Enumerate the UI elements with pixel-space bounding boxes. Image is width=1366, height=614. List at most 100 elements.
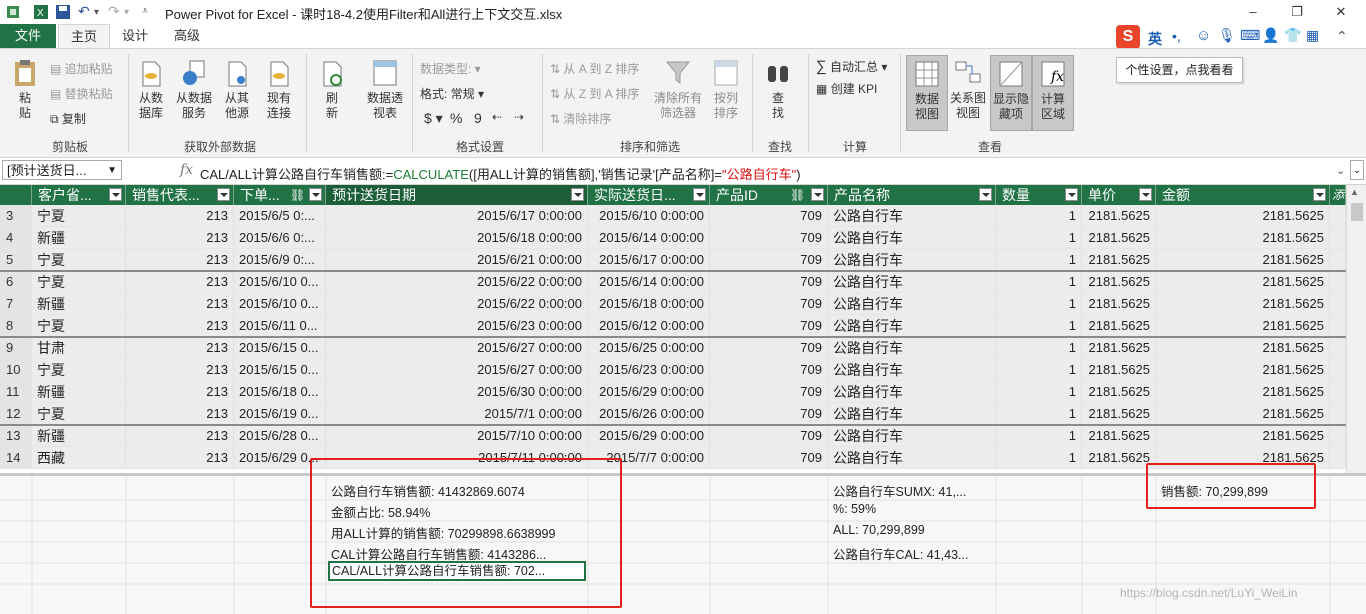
row-number[interactable]: 6 xyxy=(0,271,32,293)
restore-button[interactable]: ❐ xyxy=(1274,0,1320,24)
minimize-button[interactable]: – xyxy=(1230,0,1276,24)
tab-advanced[interactable]: 高级 xyxy=(164,24,210,48)
column-header-amount[interactable]: 金额 xyxy=(1156,185,1330,205)
cell-unit-price[interactable]: 2181.5625 xyxy=(1082,403,1156,425)
autosum-button[interactable]: ∑ 自动汇总 ▾ xyxy=(816,58,887,75)
vertical-scrollbar[interactable]: ▲ xyxy=(1346,185,1366,475)
cell-actual-delivery[interactable]: 2015/6/29 0:00:00 xyxy=(588,425,710,447)
redo-dropdown-icon[interactable]: ▾ xyxy=(124,7,142,25)
comma-button[interactable]: 9 xyxy=(474,110,482,126)
scroll-thumb[interactable] xyxy=(1351,203,1363,221)
cell-quantity[interactable]: 1 xyxy=(996,249,1082,271)
filter-dropdown-icon[interactable] xyxy=(693,188,706,201)
table-row[interactable]: 8 宁夏 213 2015/6/11 0... 2015/6/23 0:00:00 201… xyxy=(0,315,1346,337)
voice-icon[interactable]: 🎙 xyxy=(1218,27,1236,44)
clear-sort-button[interactable]: ⇅ 清除排序 xyxy=(550,110,611,127)
filter-dropdown-icon[interactable] xyxy=(1065,188,1078,201)
cell-province[interactable]: 新疆 xyxy=(32,425,126,447)
column-header-expected-delivery[interactable]: 预计送货日期 xyxy=(326,185,588,205)
cell-expected-delivery[interactable]: 2015/6/22 0:00:00 xyxy=(326,293,588,315)
cell-order-date[interactable]: 2015/6/15 0... xyxy=(234,359,326,381)
cell-product-id[interactable]: 709 xyxy=(710,227,828,249)
column-header-product-name[interactable]: 产品名称 xyxy=(828,185,996,205)
row-number[interactable]: 3 xyxy=(0,205,32,227)
cell-expected-delivery[interactable]: 2015/6/30 0:00:00 xyxy=(326,381,588,403)
cell-order-date[interactable]: 2015/6/28 0... xyxy=(234,425,326,447)
cell-product-id[interactable]: 709 xyxy=(710,293,828,315)
cell-quantity[interactable]: 1 xyxy=(996,447,1082,469)
existing-connections-button[interactable]: 现有连接 xyxy=(262,58,296,121)
cell-add-column[interactable] xyxy=(1330,337,1346,359)
cell-amount[interactable]: 2181.5625 xyxy=(1156,381,1330,403)
cell-product-id[interactable]: 709 xyxy=(710,337,828,359)
cell-expected-delivery[interactable]: 2015/6/21 0:00:00 xyxy=(326,249,588,271)
column-header-order-date[interactable]: 下单... ⛓ xyxy=(234,185,326,205)
fx-icon[interactable]: fx xyxy=(180,162,193,178)
calculation-area-button[interactable]: fx 计算区域 xyxy=(1032,55,1074,131)
emoji-icon[interactable]: ☺ xyxy=(1196,27,1211,44)
column-header-quantity[interactable]: 数量 xyxy=(996,185,1082,205)
cell-quantity[interactable]: 1 xyxy=(996,403,1082,425)
cell-product-name[interactable]: 公路自行车 xyxy=(828,227,996,249)
from-other-sources-button[interactable]: 从其他源 xyxy=(220,58,254,121)
ime-mode-label[interactable]: 英 xyxy=(1148,29,1162,49)
cell-actual-delivery[interactable]: 2015/6/17 0:00:00 xyxy=(588,249,710,271)
column-header-unit-price[interactable]: 单价 xyxy=(1082,185,1156,205)
cell-quantity[interactable]: 1 xyxy=(996,315,1082,337)
clear-filters-button[interactable]: 清除所有筛选器 xyxy=(652,58,704,121)
measure-road-bike-sumx[interactable]: 公路自行车SUMX: 41,... xyxy=(833,481,966,500)
formula-expand-icon[interactable]: ⌄ xyxy=(1350,160,1364,180)
cell-unit-price[interactable]: 2181.5625 xyxy=(1082,315,1156,337)
user-icon[interactable]: 👤 xyxy=(1262,27,1279,44)
cell-unit-price[interactable]: 2181.5625 xyxy=(1082,249,1156,271)
cell-add-column[interactable] xyxy=(1330,359,1346,381)
cell-sales-rep[interactable]: 213 xyxy=(126,425,234,447)
cell-add-column[interactable] xyxy=(1330,271,1346,293)
cell-sales-rep[interactable]: 213 xyxy=(126,227,234,249)
cell-product-id[interactable]: 709 xyxy=(710,447,828,469)
cell-sales-rep[interactable]: 213 xyxy=(126,337,234,359)
row-number[interactable]: 10 xyxy=(0,359,32,381)
filter-dropdown-icon[interactable] xyxy=(109,188,122,201)
filter-dropdown-icon[interactable] xyxy=(1139,188,1152,201)
row-number[interactable]: 9 xyxy=(0,337,32,359)
row-number[interactable]: 13 xyxy=(0,425,32,447)
cell-unit-price[interactable]: 2181.5625 xyxy=(1082,293,1156,315)
cell-unit-price[interactable]: 2181.5625 xyxy=(1082,425,1156,447)
table-row[interactable]: 14 西藏 213 2015/6/29 0... 2015/7/11 0:00:00 20… xyxy=(0,447,1346,469)
cell-province[interactable]: 宁夏 xyxy=(32,403,126,425)
find-button[interactable]: 查找 xyxy=(762,58,794,121)
save-icon[interactable] xyxy=(54,3,72,21)
cell-amount[interactable]: 2181.5625 xyxy=(1156,403,1330,425)
cell-expected-delivery[interactable]: 2015/7/1 0:00:00 xyxy=(326,403,588,425)
cell-amount[interactable]: 2181.5625 xyxy=(1156,425,1330,447)
cell-expected-delivery[interactable]: 2015/6/27 0:00:00 xyxy=(326,337,588,359)
cell-product-name[interactable]: 公路自行车 xyxy=(828,249,996,271)
filter-dropdown-icon[interactable] xyxy=(1313,188,1326,201)
ribbon-collapse-icon[interactable]: ⌃ xyxy=(1336,28,1348,45)
cell-add-column[interactable] xyxy=(1330,227,1346,249)
cell-province[interactable]: 宁夏 xyxy=(32,249,126,271)
cell-expected-delivery[interactable]: 2015/6/27 0:00:00 xyxy=(326,359,588,381)
cell-product-id[interactable]: 709 xyxy=(710,271,828,293)
pivot-table-button[interactable]: 数据透视表 xyxy=(362,58,408,121)
cell-actual-delivery[interactable]: 2015/6/14 0:00:00 xyxy=(588,227,710,249)
cell-quantity[interactable]: 1 xyxy=(996,425,1082,447)
create-kpi-button[interactable]: ▦ 创建 KPI xyxy=(816,80,877,97)
tab-design[interactable]: 设计 xyxy=(112,24,158,48)
cell-order-date[interactable]: 2015/6/10 0... xyxy=(234,271,326,293)
cell-sales-rep[interactable]: 213 xyxy=(126,293,234,315)
cell-product-name[interactable]: 公路自行车 xyxy=(828,381,996,403)
name-box[interactable]: [预计送货日... ▼ xyxy=(2,160,122,180)
tab-file[interactable]: 文件 xyxy=(0,24,56,48)
cell-order-date[interactable]: 2015/6/11 0... xyxy=(234,315,326,337)
excel-icon[interactable]: X xyxy=(32,3,50,21)
cell-add-column[interactable] xyxy=(1330,293,1346,315)
cell-order-date[interactable]: 2015/6/5 0:... xyxy=(234,205,326,227)
cell-actual-delivery[interactable]: 2015/6/10 0:00:00 xyxy=(588,205,710,227)
cell-product-id[interactable]: 709 xyxy=(710,249,828,271)
table-row[interactable]: 6 宁夏 213 2015/6/10 0... 2015/6/22 0:00:00 201… xyxy=(0,271,1346,293)
cell-unit-price[interactable]: 2181.5625 xyxy=(1082,205,1156,227)
refresh-button[interactable]: 刷新 xyxy=(314,58,350,121)
cell-product-id[interactable]: 709 xyxy=(710,205,828,227)
